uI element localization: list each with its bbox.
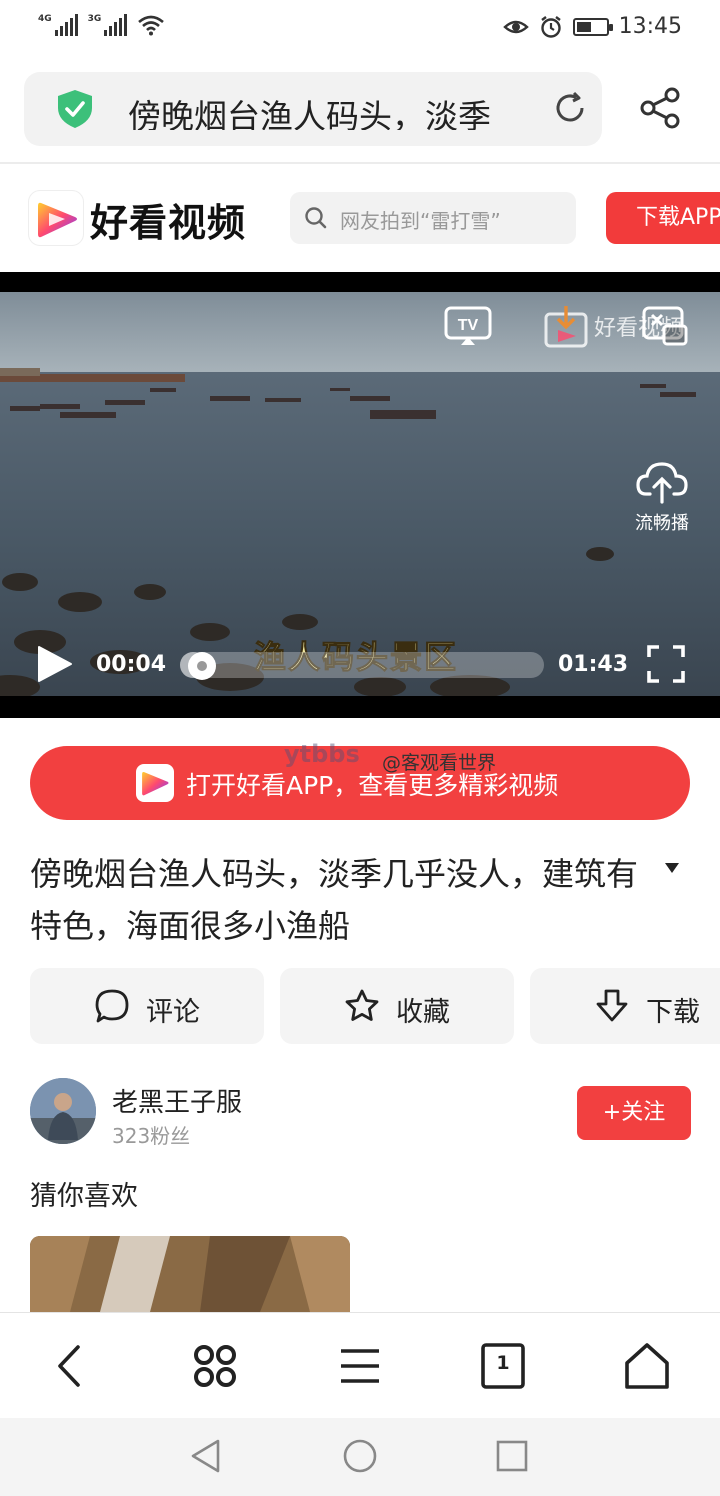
download-button[interactable]: 下载 [530,968,720,1044]
smooth-play-label: 流畅播 [635,513,689,534]
comment-icon [95,989,129,1023]
comment-button[interactable]: 评论 [30,968,264,1044]
cloud-upload-icon [636,462,688,504]
status-time: 13:45 [618,14,682,39]
recommend-heading: 猜你喜欢 [30,1181,138,1212]
svg-text:TV: TV [458,317,479,334]
tabs-button[interactable]: 1 [478,1341,528,1391]
author-name[interactable]: 老黑王子服 [112,1082,242,1119]
alarm-icon [540,15,561,38]
favorite-button[interactable]: 收藏 [280,968,514,1044]
video-title: 傍晚烟台渔人码头，淡季几乎没人，建筑有特色，海面很多小渔船 [30,855,639,945]
browser-toolbar: 1 [0,1312,720,1418]
favorite-label: 收藏 [396,997,450,1028]
expand-title-icon[interactable] [664,862,680,874]
site-search[interactable]: 网友拍到“雷打雪” [290,192,576,244]
search-icon [305,207,327,229]
app-logo-icon [136,764,174,802]
fullscreen-icon[interactable] [646,644,686,684]
nav-home-icon[interactable] [342,1438,378,1474]
progress-knob[interactable] [188,652,216,680]
video-player[interactable]: TV 好看视频 流畅播 渔人码头景区 00:04 01:43 [0,272,720,718]
logo[interactable] [28,190,84,246]
cast-tv-icon[interactable]: TV [444,306,492,346]
signal-3g-icon: 3G [88,14,128,36]
network-4g-label: 4G [38,14,52,24]
open-app-label[interactable]: 打开好看APP，查看更多精彩视频 [186,766,558,802]
reload-icon[interactable] [552,90,588,126]
author-avatar[interactable] [30,1078,96,1144]
overlay-watermark-user: @客观看世界 [382,752,497,774]
eye-comfort-icon [502,20,529,33]
nav-recents-icon[interactable] [494,1438,530,1474]
multi-window-icon[interactable] [190,1341,240,1391]
picture-in-picture-icon[interactable] [642,306,688,346]
author-fans: 323粉丝 [112,1124,191,1148]
open-app-banner[interactable]: 打开好看APP，查看更多精彩视频 [30,746,690,820]
address-bar[interactable]: 傍晚烟台渔人码头，淡季 [24,72,602,146]
comment-label: 评论 [146,997,200,1028]
tab-count: 1 [496,1352,510,1374]
haokan-logo-icon [38,202,77,238]
address-bar-area: 傍晚烟台渔人码头，淡季 [0,62,720,164]
status-left: 4G 3G [38,14,165,36]
nav-back-icon[interactable] [188,1438,224,1474]
overlay-watermark-site: ytbbs [284,740,360,768]
network-3g-label: 3G [87,14,102,24]
save-to-app-icon[interactable] [544,304,588,348]
star-icon [345,989,379,1021]
battery-icon [572,17,613,36]
current-time: 00:04 [96,652,167,677]
home-icon[interactable] [622,1341,672,1391]
search-placeholder[interactable]: 网友拍到“雷打雪” [340,205,501,234]
site-logo-text[interactable]: 好看视频 [90,192,246,247]
site-header: 好看视频 网友拍到“雷打雪” 下载APP [0,166,720,272]
status-right: 13:45 [502,14,682,39]
wifi-icon [138,15,165,36]
secure-shield-icon [58,90,92,128]
total-time: 01:43 [558,652,629,677]
download-app-button[interactable]: 下载APP [606,192,720,244]
android-nav-bar [0,1418,720,1496]
back-icon[interactable] [46,1341,96,1391]
follow-button[interactable]: +关注 [577,1086,691,1140]
play-icon[interactable] [34,644,74,684]
download-arrow-icon [596,989,628,1022]
signal-4g-icon: 4G [38,14,78,36]
smooth-play-toggle[interactable]: 流畅播 [626,458,698,535]
share-icon[interactable] [638,86,682,130]
menu-icon[interactable] [335,1341,385,1391]
address-url-text[interactable]: 傍晚烟台渔人码头，淡季 [128,90,538,130]
recommend-thumbnail[interactable] [30,1236,350,1312]
progress-track[interactable] [180,652,544,678]
status-bar: 4G 3G 13:45 [0,0,720,56]
download-label: 下载 [646,997,700,1028]
